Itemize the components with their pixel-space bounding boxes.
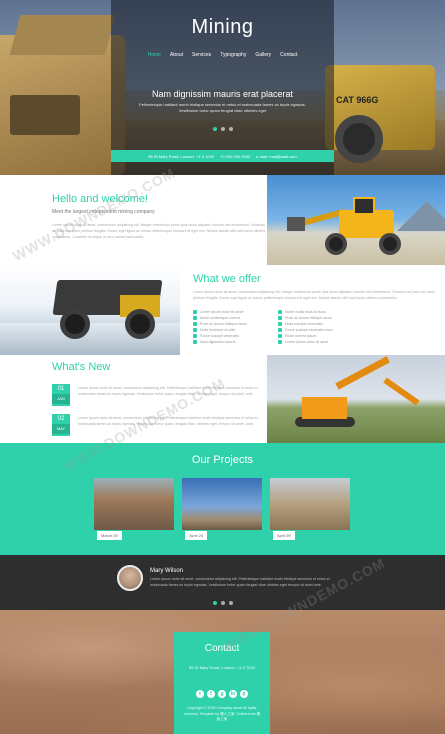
nav-gallery[interactable]: Gallery	[255, 52, 271, 58]
truck-bucket	[9, 15, 116, 55]
testimonial-text: Lorem ipsum dolor sit amet, consectetur …	[150, 577, 330, 587]
avatar	[117, 565, 143, 591]
truck-grill	[10, 95, 80, 135]
site-title[interactable]: Mining	[111, 16, 334, 39]
twitter-icon[interactable]: t	[196, 690, 204, 698]
info-address: 85 St Mary Road, London, +1 0 1000	[148, 153, 215, 159]
offer-dump-truck-image	[0, 265, 180, 355]
check-icon	[193, 322, 197, 326]
main-nav: Home About Services Typography Gallery C…	[111, 52, 334, 58]
project-card[interactable]: April 09	[270, 478, 350, 540]
check-icon	[193, 340, 197, 344]
testimonial-dots	[0, 601, 445, 605]
linkedin-icon[interactable]: in	[229, 690, 237, 698]
welcome-body: Lorem ipsum dolor sit amet, consectetur …	[52, 223, 266, 239]
hero-subtitle: Pellentesque habitant morbi tristique se…	[139, 102, 306, 113]
loader-wheel	[335, 115, 383, 163]
news-item[interactable]: 01 JAN Lorem ipsum dolor sit amet, conse…	[52, 384, 267, 412]
slider-dot[interactable]	[228, 601, 233, 605]
project-date: March 09	[97, 531, 122, 540]
check-icon	[278, 328, 282, 332]
hero-section: CAT 966G Mining Home About Services Typo…	[0, 0, 445, 175]
pinterest-icon[interactable]: p	[240, 690, 248, 698]
nav-services[interactable]: Services	[192, 52, 211, 58]
slider-dot[interactable]	[212, 601, 217, 605]
social-links: t f g in p	[174, 690, 270, 698]
check-icon	[278, 322, 282, 326]
testimonial-section: Mary Wilson Lorem ipsum dolor sit amet, …	[0, 555, 445, 610]
news-item[interactable]: 02 MAY Lorem ipsum dolor sit amet, conse…	[52, 414, 267, 442]
offer-body: Lorem ipsum dolor sit amet, consectetur …	[193, 290, 435, 300]
contact-info-bar: 85 St Mary Road, London, +1 0 1000 +0 00…	[111, 150, 334, 162]
slider-dot[interactable]	[220, 127, 225, 131]
check-icon	[193, 328, 197, 332]
welcome-title: Hello and welcome!	[52, 193, 148, 205]
check-icon	[193, 334, 197, 338]
date-month: JAN	[52, 394, 70, 404]
dump-truck-wheel	[125, 309, 155, 339]
date-month: MAY	[52, 424, 70, 434]
google-plus-icon[interactable]: g	[218, 690, 226, 698]
slider-dot[interactable]	[228, 127, 233, 131]
excavator-body	[302, 397, 347, 419]
mountain	[397, 201, 445, 231]
slider-dot[interactable]	[212, 127, 217, 131]
loader-label: CAT 966G	[336, 95, 379, 105]
project-image[interactable]	[94, 478, 174, 530]
welcome-subtitle: Meet the largest independent mining comp…	[52, 209, 155, 215]
projects-section: Our Projects March 09 June 24 April 09	[0, 443, 445, 555]
project-date: June 24	[185, 531, 208, 540]
nav-home[interactable]: Home	[148, 52, 161, 58]
check-icon	[278, 340, 282, 344]
copyright-text: Copyright © 2015 Company name All rights…	[183, 706, 261, 721]
check-icon	[193, 316, 197, 320]
loader-bucket	[287, 217, 305, 231]
contact-title: Contact	[204, 643, 240, 654]
project-card[interactable]: June 24	[182, 478, 262, 540]
news-excavator-image	[267, 355, 445, 443]
dump-truck-wheel	[60, 309, 90, 339]
check-icon	[278, 310, 282, 314]
slider-dot[interactable]	[220, 601, 225, 605]
offer-list-right: Morbi mollis risus id lacus Proin ac ips…	[278, 309, 378, 345]
testimonial-name: Mary Wilson	[150, 568, 184, 574]
info-phone: +0 000 000 0000	[220, 153, 251, 159]
date-badge: 01 JAN	[52, 384, 70, 406]
projects-title: Our Projects	[191, 454, 254, 466]
list-item: Lorem ipsum dolor sit amet	[278, 339, 378, 345]
check-icon	[193, 310, 197, 314]
welcome-loader-image	[267, 175, 445, 265]
hero-panel: Mining Home About Services Typography Ga…	[111, 0, 334, 175]
nav-contact[interactable]: Contact	[280, 52, 297, 58]
date-day: 01	[57, 386, 65, 392]
news-text: Lorem ipsum dolor sit amet, consectetur …	[78, 386, 258, 396]
hero-tagline: Nam dignissim mauris erat placerat	[151, 89, 294, 99]
date-badge: 02 MAY	[52, 414, 70, 436]
project-date: April 09	[273, 531, 295, 540]
check-icon	[278, 316, 282, 320]
facebook-icon[interactable]: f	[207, 690, 215, 698]
slider-dots	[111, 127, 334, 131]
project-card[interactable]: March 09	[94, 478, 174, 540]
loader-wheel	[325, 233, 347, 255]
excavator-boom	[335, 356, 390, 390]
contact-panel: Contact 85 St Mary Road, London, +1 0 70…	[174, 632, 270, 734]
news-text: Lorem ipsum dolor sit amet, consectetur …	[78, 416, 258, 426]
offer-title: What we offer	[193, 273, 261, 285]
nav-about[interactable]: About	[170, 52, 183, 58]
nav-typography[interactable]: Typography	[220, 52, 246, 58]
loader-cab	[353, 197, 375, 215]
news-title: What's New	[52, 361, 111, 373]
project-image[interactable]	[182, 478, 262, 530]
check-icon	[278, 334, 282, 338]
info-email[interactable]: e-mail: mail@mail.com	[256, 154, 297, 159]
loader-wheel	[379, 233, 401, 255]
excavator-stick	[383, 377, 420, 406]
contact-address: 85 St Mary Road, London, +1 0 7032	[189, 665, 255, 670]
date-day: 02	[57, 416, 65, 422]
project-image[interactable]	[270, 478, 350, 530]
